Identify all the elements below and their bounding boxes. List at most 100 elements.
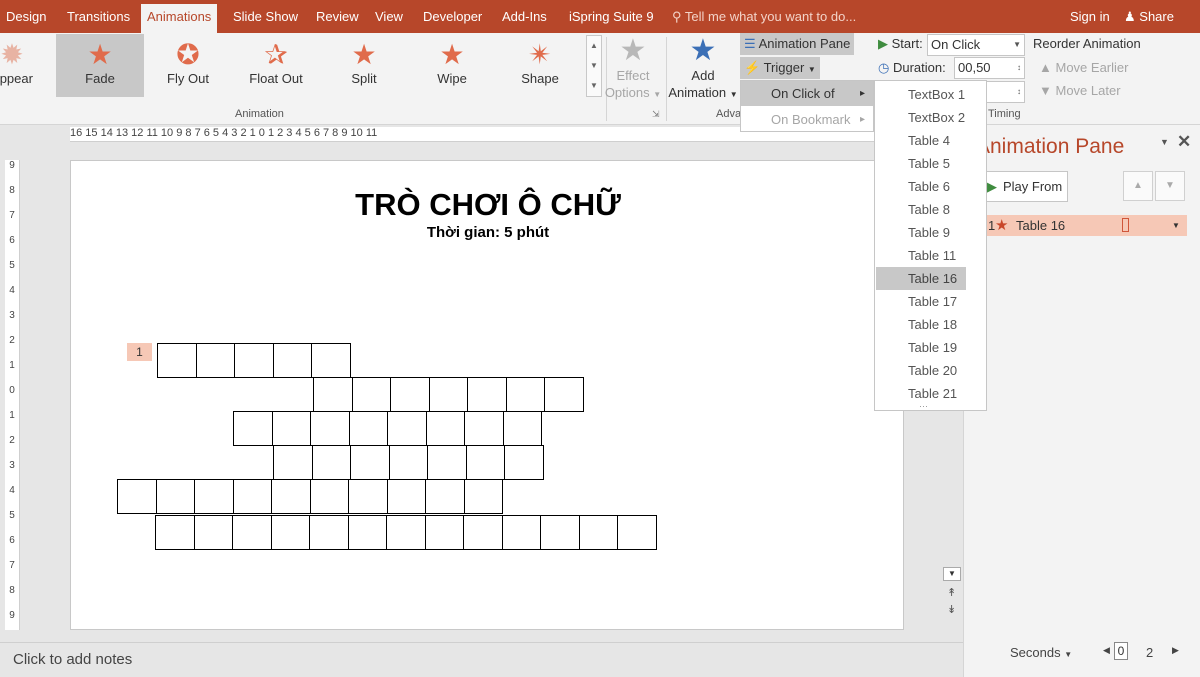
tell-me-search[interactable]: ⚲ Tell me what you want to do... — [672, 0, 856, 33]
time-start-box: 0 — [1114, 642, 1128, 660]
crossword-cell — [504, 445, 544, 480]
seconds-dropdown[interactable]: Seconds ▼ — [1010, 645, 1072, 660]
play-from-button[interactable]: ▶ Play From — [980, 171, 1068, 202]
move-down-icon[interactable]: ▼ — [1155, 171, 1185, 201]
tab-transitions[interactable]: Transitions — [67, 0, 130, 33]
crossword-cell — [465, 445, 505, 480]
trigger-button[interactable]: ⚡ Trigger ▼ — [740, 57, 820, 79]
crossword-cell — [309, 515, 349, 550]
scroll-down-icon[interactable]: ▼ — [943, 567, 961, 581]
tab-slide-show[interactable]: Slide Show — [233, 0, 298, 33]
submenu-item[interactable]: Table 20 — [876, 359, 966, 382]
move-later-button[interactable]: ▼ Move Later — [1035, 80, 1125, 102]
tab-ispring-suite[interactable]: iSpring Suite 9 — [569, 0, 654, 33]
crossword-cell — [540, 515, 580, 550]
crossword-cell — [387, 411, 427, 446]
gallery-more-icon[interactable]: ▼ — [587, 76, 601, 96]
submenu-item[interactable]: Table 5 — [876, 152, 966, 175]
duration-stepper[interactable]: 00,50 ↕ — [954, 57, 1025, 79]
next-slide-icon[interactable]: ↡ — [947, 603, 956, 616]
crossword-cell — [467, 377, 507, 412]
animation-order-tag: 1 — [127, 343, 152, 361]
animation-list-item[interactable]: 1 ★ Table 16 ▼ — [978, 215, 1187, 236]
submenu-item[interactable]: TextBox 2 — [876, 106, 966, 129]
ribbon: ✹ Appear ★ Fade ✪ Fly Out ✰ Float Out ★ … — [0, 33, 1200, 125]
slide-title[interactable]: TRÒ CHƠI Ô CHỮ — [71, 187, 905, 223]
crossword-cell — [270, 515, 310, 550]
ribbon-tab-bar: Design Transitions Animations Slide Show… — [0, 0, 1200, 33]
gallery-fade[interactable]: ★ Fade — [56, 34, 144, 97]
tab-developer[interactable]: Developer — [423, 0, 482, 33]
effect-options-button[interactable]: ★ Effect Options ▼ — [604, 35, 662, 103]
share-button[interactable]: ♟ Share — [1124, 0, 1174, 33]
crossword-cell — [425, 479, 465, 514]
submenu-item[interactable]: Table 4 — [876, 129, 966, 152]
submenu-item[interactable]: Table 6 — [876, 175, 966, 198]
chevron-right-icon: ▸ — [859, 114, 865, 125]
gallery-fly-out[interactable]: ✪ Fly Out — [144, 34, 232, 97]
star-effect-icon: ★ — [995, 217, 1009, 234]
split-star-icon: ★ — [351, 39, 377, 70]
animation-pane-button[interactable]: ☰ Animation Pane — [740, 33, 855, 55]
tab-add-ins[interactable]: Add-Ins — [502, 0, 547, 33]
menu-on-bookmark[interactable]: On Bookmark ▸ — [741, 107, 873, 132]
triangle-right-icon[interactable]: ▶ — [1172, 645, 1179, 656]
resize-grip-icon[interactable]: ⋯ — [919, 401, 928, 412]
gallery-appear[interactable]: ✹ Appear — [0, 34, 56, 97]
scroll-up-icon[interactable]: ▲ — [587, 36, 601, 56]
crossword-cell — [193, 515, 233, 550]
submenu-item[interactable]: Table 11 — [876, 244, 966, 267]
submenu-item[interactable]: Table 18 — [876, 313, 966, 336]
submenu-item[interactable]: Table 17 — [876, 290, 966, 313]
crossword-cell — [232, 515, 272, 550]
tab-animations[interactable]: Animations — [141, 4, 218, 33]
float-out-star-icon: ✰ — [264, 39, 288, 70]
submenu-item[interactable]: Table 8 — [876, 198, 966, 221]
start-select[interactable]: On Click ▼ — [927, 34, 1025, 56]
add-animation-button[interactable]: ★ Add Animation ▼ — [668, 35, 738, 103]
crossword-cell — [155, 479, 195, 514]
submenu-item-selected[interactable]: Table 16 — [876, 267, 966, 290]
close-icon[interactable]: ✕ — [1177, 132, 1191, 152]
slide-subtitle[interactable]: Thời gian: 5 phút — [71, 224, 905, 241]
notes-area[interactable]: Click to add notes — [0, 642, 963, 677]
stepper-arrows-icon[interactable]: ↕ — [1017, 82, 1021, 102]
appear-star-icon: ✹ — [0, 39, 24, 70]
dialog-launcher-icon[interactable]: ⇲ — [652, 109, 660, 120]
pane-options-icon[interactable]: ▼ — [1160, 137, 1169, 147]
menu-on-click-of[interactable]: On Click of ▸ — [741, 81, 873, 106]
gallery-shape[interactable]: ✴ Shape — [496, 34, 584, 97]
crossword-cell — [155, 515, 195, 550]
chevron-down-icon[interactable]: ▼ — [1172, 215, 1180, 236]
tab-design[interactable]: Design — [6, 0, 46, 33]
crossword-cell — [390, 377, 430, 412]
previous-slide-icon[interactable]: ↟ — [947, 586, 956, 599]
vertical-ruler: 98 76 54 32 10 12 34 56 78 9 — [5, 160, 20, 630]
slide-canvas[interactable]: TRÒ CHƠI Ô CHỮ Thời gian: 5 phút 1 — [70, 160, 904, 630]
crossword-cell — [351, 377, 391, 412]
submenu-item[interactable]: Table 19 — [876, 336, 966, 359]
crossword-cell — [424, 515, 464, 550]
move-up-icon[interactable]: ▲ — [1123, 171, 1153, 201]
gallery-float-out[interactable]: ✰ Float Out — [232, 34, 320, 97]
scroll-down-icon[interactable]: ▼ — [587, 56, 601, 76]
triangle-left-icon[interactable]: ◀ — [1103, 645, 1110, 656]
shape-star-icon: ✴ — [528, 39, 552, 70]
submenu-item[interactable]: Table 9 — [876, 221, 966, 244]
crossword-cell — [348, 411, 388, 446]
move-earlier-button[interactable]: ▲ Move Earlier — [1035, 57, 1132, 79]
gallery-wipe[interactable]: ★ Wipe — [408, 34, 496, 97]
stepper-arrows-icon[interactable]: ↕ — [1017, 58, 1021, 78]
trigger-menu: On Click of ▸ On Bookmark ▸ — [740, 80, 874, 132]
gallery-split[interactable]: ★ Split — [320, 34, 408, 97]
submenu-item[interactable]: TextBox 1 — [876, 83, 966, 106]
tab-view[interactable]: View — [375, 0, 403, 33]
crossword-cell — [463, 515, 503, 550]
gallery-scrollbar[interactable]: ▲ ▼ ▼ — [586, 35, 602, 97]
animation-pane-icon: ☰ — [744, 36, 756, 51]
crossword-cell — [348, 479, 388, 514]
tab-review[interactable]: Review — [316, 0, 359, 33]
sign-in-link[interactable]: Sign in — [1070, 0, 1110, 33]
crossword-cell — [386, 515, 426, 550]
lightbulb-icon: ⚲ — [672, 9, 682, 24]
